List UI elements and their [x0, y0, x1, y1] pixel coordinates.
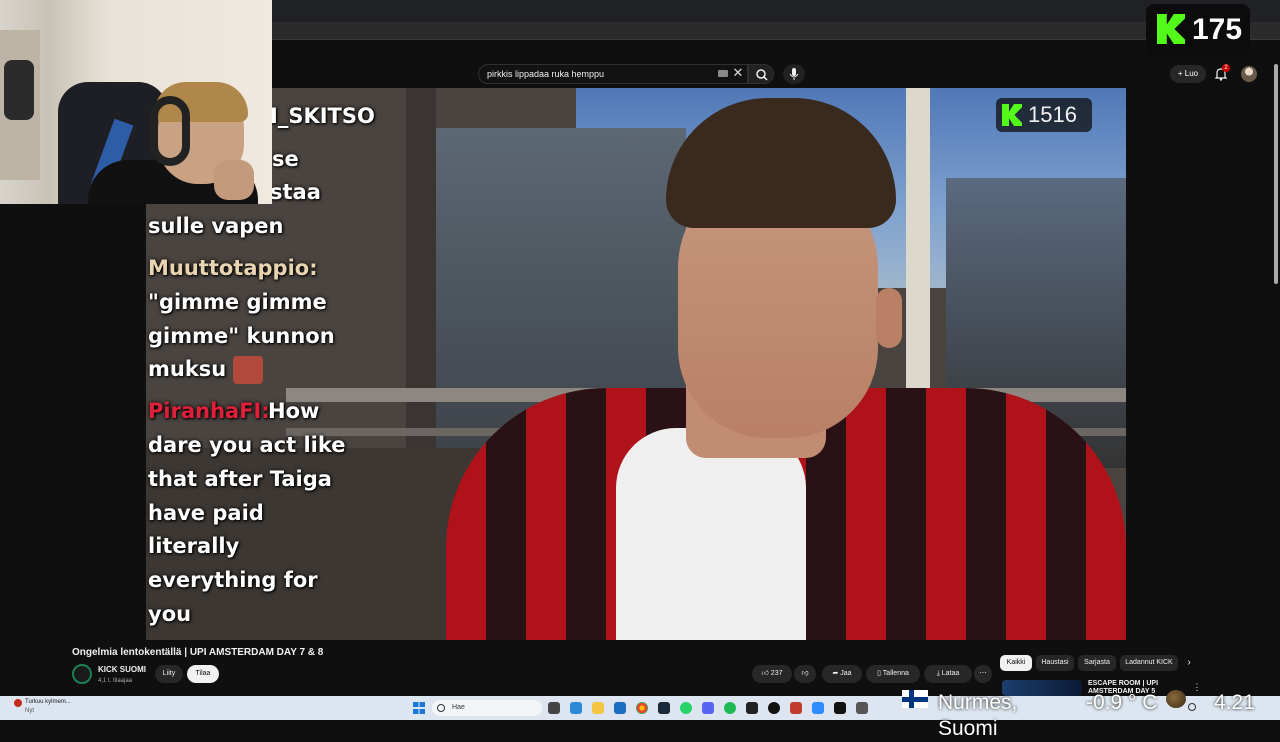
app-icon[interactable]: [790, 702, 802, 714]
chat-message-line: How: [268, 399, 320, 423]
thumbs-down-icon: 👎︎: [801, 670, 809, 677]
webcam-streamer-hand: [214, 160, 254, 200]
notification-icon[interactable]: [14, 699, 22, 707]
account-avatar[interactable]: [1241, 66, 1257, 82]
filter-chip-search[interactable]: Haustasi: [1036, 655, 1074, 671]
whatsapp-icon[interactable]: [680, 702, 692, 714]
video-ear: [876, 288, 902, 348]
chat-username: Muuttotappio:: [148, 256, 318, 280]
more-options-icon[interactable]: ⋮: [1192, 680, 1202, 694]
chat-message-line: dare you act like: [148, 433, 346, 457]
chrome-icon[interactable]: [636, 702, 648, 714]
chat-line: se: [272, 147, 299, 171]
search-icon: [756, 69, 768, 81]
chevron-right-icon[interactable]: ›: [1182, 655, 1196, 671]
download-icon: ⤓: [936, 670, 940, 677]
chat-message-line: "gimme gimme: [148, 290, 327, 314]
download-button[interactable]: ⤓ Lataa: [924, 665, 972, 683]
webcam-coats: [4, 60, 34, 120]
search-icon: [437, 704, 445, 712]
spotify-icon[interactable]: [724, 702, 736, 714]
filter-chip-series[interactable]: Sarjasta: [1078, 655, 1116, 671]
like-button[interactable]: 👍︎ 237: [752, 665, 792, 683]
chat-message-line: have paid: [148, 501, 264, 525]
chat-line: sulle vapen: [148, 214, 284, 238]
app-icon[interactable]: [746, 702, 758, 714]
dislike-button[interactable]: 👎︎: [794, 665, 816, 683]
create-button[interactable]: + Luo: [1170, 65, 1206, 83]
weather-temperature: -0.9 ° C: [1086, 691, 1158, 714]
keyboard-icon[interactable]: [718, 70, 728, 77]
video-title: Ongelmia lentokentällä | UPI AMSTERDAM D…: [72, 647, 324, 658]
chat-line: staa: [270, 180, 321, 204]
chat-username: PiranhaFI:: [148, 399, 270, 423]
chat-message-line: muksu: [148, 357, 227, 381]
taskbar-notification-sub: Nyt: [25, 708, 34, 714]
share-icon: ➦: [832, 670, 839, 677]
app-icon[interactable]: [768, 702, 780, 714]
flag-cross-vertical: [909, 690, 914, 708]
thumbs-up-icon: 👍︎: [761, 670, 769, 677]
sidebar-panel: [1126, 88, 1272, 640]
more-actions-button[interactable]: ⋯: [974, 665, 992, 683]
headset-icon: [150, 96, 190, 166]
bookmark-icon: ▯: [877, 670, 881, 677]
weather-location: Nurmes, Suomi: [938, 691, 1018, 740]
microphone-icon: [789, 68, 799, 80]
notification-badge: 2: [1222, 64, 1230, 72]
share-button[interactable]: ➦ Jaa: [822, 665, 862, 683]
tray-icon[interactable]: [1188, 703, 1196, 711]
task-view-icon[interactable]: [548, 702, 560, 714]
filter-chip-uploader[interactable]: Ladannut KICK: [1120, 655, 1178, 671]
scrollbar-thumb[interactable]: [1274, 64, 1278, 284]
search-button[interactable]: [748, 64, 774, 84]
chat-message-line: you: [148, 602, 192, 626]
weather-icon: [1166, 690, 1186, 708]
app-icon[interactable]: [812, 702, 824, 714]
chat-line: I_SKITSO: [270, 104, 375, 128]
search-input[interactable]: pirkkis lippadaa ruka hemppu: [478, 64, 748, 84]
channel-avatar[interactable]: [72, 664, 92, 684]
stream-viewer-count: 175: [1192, 13, 1243, 46]
video-viewer-count: 1516: [1028, 102, 1077, 127]
windows-start-icon[interactable]: [413, 702, 425, 714]
save-button[interactable]: ▯ Tallenna: [866, 665, 920, 683]
taskbar-notification-title[interactable]: Turkuu kylmem...: [25, 698, 105, 707]
like-count: 237: [770, 670, 783, 677]
chat-message-line: everything for: [148, 568, 318, 592]
taskbar-clock[interactable]: 4.21: [1214, 690, 1274, 716]
capcut-icon[interactable]: [834, 702, 846, 714]
chat-emote-icon: [233, 356, 263, 384]
download-label: Lataa: [941, 670, 960, 677]
app-icon[interactable]: [570, 702, 582, 714]
share-label: Jaa: [840, 670, 852, 677]
subscribe-button[interactable]: Tilaa: [187, 665, 219, 683]
flag-cross-horizontal: [902, 697, 928, 702]
chat-message-line: that after Taiga: [148, 467, 332, 491]
clear-search-icon[interactable]: ✕: [732, 66, 744, 80]
discord-icon[interactable]: [702, 702, 714, 714]
save-label: Tallenna: [882, 670, 909, 677]
voice-search-button[interactable]: [783, 64, 805, 84]
chat-message-line: gimme" kunnon: [148, 324, 335, 348]
join-button[interactable]: Liity: [155, 665, 183, 683]
video-window-frame-right: [906, 88, 930, 418]
filter-chip-all[interactable]: Kaikki: [1000, 655, 1032, 671]
steam-icon[interactable]: [658, 702, 670, 714]
file-explorer-icon[interactable]: [592, 702, 604, 714]
video-tshirt: [616, 428, 806, 640]
webcam-overlay: [0, 0, 272, 204]
chat-message-line: literally: [148, 534, 240, 558]
app-icon[interactable]: [614, 702, 626, 714]
app-icon[interactable]: [856, 702, 868, 714]
taskbar-search[interactable]: Hae: [432, 700, 542, 716]
